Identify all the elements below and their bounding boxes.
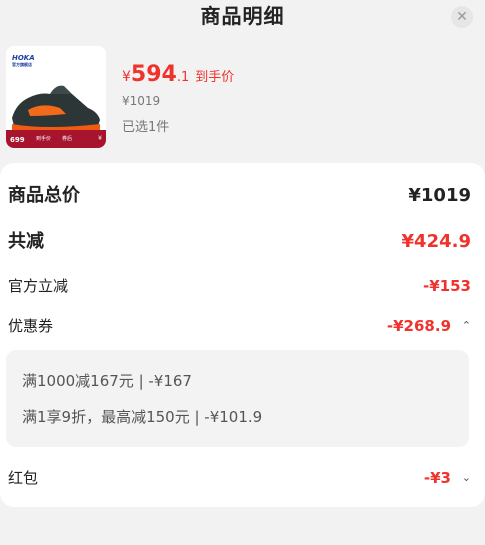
coupon-row[interactable]: 优惠券 -¥268.9 ⌃ [8, 313, 471, 339]
official-discount-row: 官方立减 -¥153 [8, 273, 471, 299]
chevron-down-icon[interactable]: ⌄ [462, 465, 471, 491]
currency-symbol: ¥ [122, 69, 131, 85]
red-packet-label: 红包 [8, 469, 39, 487]
page-title: 商品明细 [200, 4, 285, 28]
hand-price-label: 到手价 [195, 70, 235, 85]
official-discount-label: 官方立减 [8, 277, 69, 295]
strip-label: 到手价 [36, 136, 52, 142]
price-strip: 699 到手价 券后 ¥ [6, 130, 106, 148]
total-reduce-label: 共减 [8, 231, 44, 252]
modal-header: 商品明细 ✕ [0, 0, 485, 34]
original-price: ¥1019 [122, 94, 161, 108]
total-reduce-value: ¥424.9 [401, 231, 471, 252]
total-price-row: 商品总价 ¥1019 [8, 183, 471, 209]
coupon-label: 优惠券 [8, 317, 54, 335]
hand-price-integer: 594 [130, 62, 177, 87]
product-summary: HOKA 官方旗舰店 699 到手价 券后 ¥ ¥594.1 到手价 ¥1019 … [6, 46, 476, 150]
coupon-detail-line: 满1享9折，最高减150元 | -¥101.9 [22, 408, 263, 426]
chevron-up-icon[interactable]: ⌃ [462, 313, 471, 339]
price-detail-card: 商品总价 ¥1019 共减 ¥424.9 官方立减 -¥153 优惠券 -¥26… [0, 163, 485, 507]
brand-name: HOKA [12, 54, 35, 62]
coupon-value: -¥268.9 [386, 317, 451, 335]
coupon-detail-line: 满1000减167元 | -¥167 [22, 372, 192, 390]
official-discount-value: -¥153 [423, 277, 471, 295]
total-price-value: ¥1019 [408, 185, 471, 206]
product-image: HOKA 官方旗舰店 699 到手价 券后 ¥ [6, 46, 106, 148]
red-packet-row[interactable]: 红包 -¥3 ⌄ [8, 465, 471, 491]
total-reduce-row: 共减 ¥424.9 [8, 229, 471, 255]
strip-price: 699 [10, 136, 25, 144]
strip-label-2: 券后 [62, 136, 73, 142]
hand-price-decimal: .1 [176, 70, 190, 85]
total-price-label: 商品总价 [8, 185, 80, 206]
close-icon[interactable]: ✕ [451, 6, 473, 28]
strip-label-3: ¥ [98, 135, 102, 142]
coupon-detail-box: 满1000减167元 | -¥167 满1享9折，最高减150元 | -¥101… [6, 350, 469, 447]
selected-count: 已选1件 [122, 120, 170, 135]
red-packet-value: -¥3 [423, 469, 451, 487]
hand-price: ¥594.1 到手价 [122, 62, 234, 87]
